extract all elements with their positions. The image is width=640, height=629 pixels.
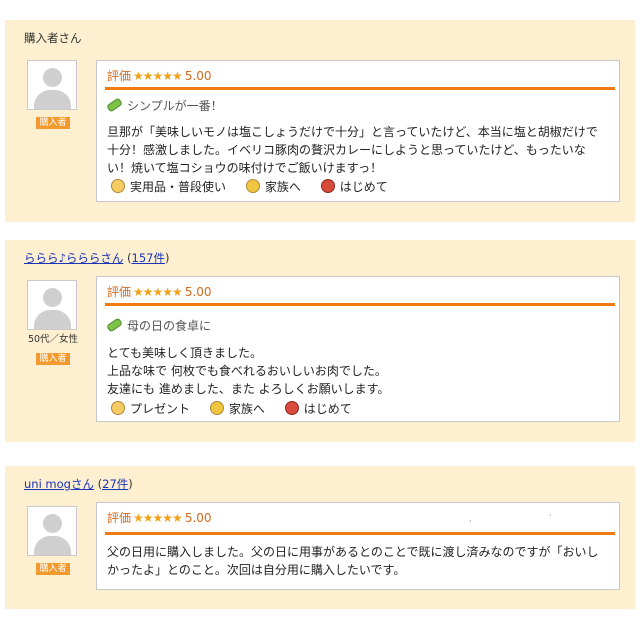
review-tags: 実用品・普段使い 家族へ はじめて bbox=[111, 178, 404, 195]
review-3: uni mogさん (27件) 購入者 評価 ★★★★★ 5.00 · · 父の日用… bbox=[5, 466, 635, 609]
tag-purchase-count: はじめて bbox=[284, 401, 352, 416]
review-body-line: とても美味しく頂きました。 bbox=[107, 346, 263, 360]
review-card: 評価 ★★★★★ 5.00 · · 父の日用に購入しました。父の日に用事があるとのこ… bbox=[96, 502, 620, 590]
basket-icon bbox=[320, 179, 335, 193]
review-body-line: 友達にも 進めました、また よろしくお願いします。 bbox=[107, 382, 390, 396]
reviewer-profile: 50代／女性 購入者 bbox=[27, 280, 79, 365]
review-1: 購入者さん 購入者 評価 ★★★★★ 5.00 シンプルが一番！ 旦那が「美味しいモ… bbox=[5, 20, 635, 222]
review-title: 母の日の食卓に bbox=[106, 317, 211, 334]
reviewer-line: ららら♪らららさん (157件) bbox=[24, 251, 170, 265]
buyer-badge: 購入者 bbox=[36, 563, 70, 575]
tag-purchase-count: はじめて bbox=[320, 179, 388, 194]
review-body: 旦那が「美味しいモノは塩こしょうだけで十分」と言っていたけど、本当に塩と胡椒だけ… bbox=[107, 125, 598, 175]
rating-label: 評価 bbox=[107, 69, 132, 83]
reviewer-name-link[interactable]: ららら♪らららさん bbox=[24, 251, 123, 265]
rating-divider bbox=[105, 532, 615, 535]
pencil-icon bbox=[106, 97, 123, 113]
star-rating-icon: ★★★★★ bbox=[133, 285, 183, 299]
buyer-badge: 購入者 bbox=[36, 117, 70, 129]
review-tags: プレゼント 家族へ はじめて bbox=[111, 400, 368, 417]
rating: 評価 ★★★★★ 5.00 bbox=[107, 283, 212, 300]
rating: 評価 ★★★★★ 5.00 bbox=[107, 509, 212, 526]
hand-icon bbox=[111, 179, 125, 193]
rating-label: 評価 bbox=[107, 511, 132, 525]
reviewer-demographic: 50代／女性 bbox=[27, 334, 79, 345]
reviewer-profile: 購入者 bbox=[27, 506, 79, 575]
hand-icon bbox=[111, 401, 125, 415]
rating-score: 5.00 bbox=[184, 511, 212, 525]
buyer-badge: 購入者 bbox=[36, 353, 70, 365]
reviewer-name-link[interactable]: uni mogさん bbox=[24, 477, 94, 491]
family-icon bbox=[209, 401, 224, 415]
rating-score: 5.00 bbox=[184, 285, 212, 299]
tag-recipient: 家族へ bbox=[209, 401, 265, 416]
reviewer-line: uni mogさん (27件) bbox=[24, 477, 133, 491]
review-body-line: 上品な味で 何枚でも食べれるおいしいお肉でした。 bbox=[107, 364, 387, 378]
tag-usage: 実用品・普段使い bbox=[111, 179, 226, 194]
family-icon bbox=[245, 179, 260, 193]
star-rating-icon: ★★★★★ bbox=[133, 69, 183, 83]
avatar bbox=[27, 506, 77, 556]
rating-label: 評価 bbox=[107, 285, 132, 299]
stray-mark: · bbox=[469, 517, 472, 526]
review-body: とても美味しく頂きました。 上品な味で 何枚でも食べれるおいしいお肉でした。 友… bbox=[107, 344, 609, 398]
review-body: 父の日用に購入しました。父の日に用事があるとのことで既に渡し済みなのですが「おい… bbox=[107, 545, 599, 577]
reviewer-name: 購入者さん bbox=[24, 31, 82, 45]
review-count-link[interactable]: 157件 bbox=[132, 251, 165, 265]
review-count-link[interactable]: 27件 bbox=[102, 477, 128, 491]
review-card: 評価 ★★★★★ 5.00 シンプルが一番！ 旦那が「美味しいモノは塩こしょうだけで… bbox=[96, 60, 620, 202]
rating: 評価 ★★★★★ 5.00 bbox=[107, 67, 212, 84]
rating-divider bbox=[105, 87, 615, 90]
avatar bbox=[27, 280, 77, 330]
stray-mark: · bbox=[549, 511, 552, 520]
rating-divider bbox=[105, 303, 615, 306]
pencil-icon bbox=[106, 317, 123, 333]
star-rating-icon: ★★★★★ bbox=[133, 511, 183, 525]
reviewer-profile: 購入者 bbox=[27, 60, 79, 129]
basket-icon bbox=[284, 401, 299, 415]
tag-usage: プレゼント bbox=[111, 401, 190, 416]
review-2: ららら♪らららさん (157件) 50代／女性 購入者 評価 ★★★★★ 5.00 … bbox=[5, 240, 635, 442]
review-card: 評価 ★★★★★ 5.00 母の日の食卓に とても美味しく頂きました。 上品な味で … bbox=[96, 276, 620, 422]
rating-score: 5.00 bbox=[184, 69, 212, 83]
avatar bbox=[27, 60, 77, 110]
review-title: シンプルが一番！ bbox=[106, 97, 223, 114]
tag-recipient: 家族へ bbox=[245, 179, 301, 194]
